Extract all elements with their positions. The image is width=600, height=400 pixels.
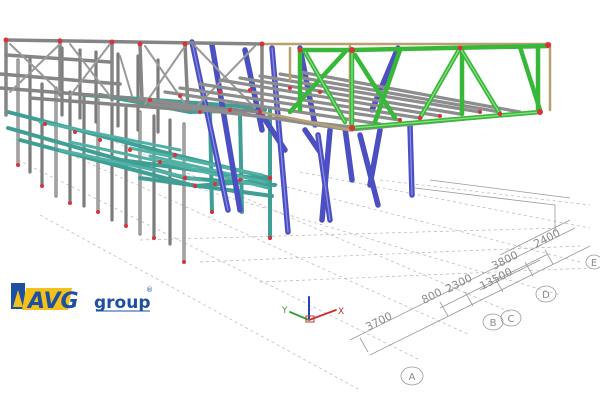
avg-group-logo: AVG group ®	[11, 283, 153, 314]
grid-label-d: D	[542, 290, 550, 301]
dim-2400: 2400	[531, 226, 562, 250]
axis-label-y: Y	[281, 306, 288, 316]
dimension-lines	[349, 179, 591, 356]
grid-label-b: B	[490, 318, 497, 329]
axis-label-x: X	[338, 307, 344, 317]
dim-800: 800	[419, 286, 444, 307]
dim-3700: 3700	[363, 309, 394, 333]
logo-suffix: group	[94, 293, 151, 313]
grid-label-c: C	[508, 314, 515, 325]
logo-brand: AVG	[26, 289, 79, 314]
dimension-labels: 3700 800 2300 3800 13500 2400	[363, 226, 562, 333]
grid-label-e: E	[591, 258, 597, 269]
structure-viewport[interactable]: 3700 800 2300 3800 13500 2400 A B C D E	[0, 0, 600, 400]
logo-registered-mark: ®	[146, 286, 153, 294]
grid-label-a: A	[409, 372, 416, 383]
axis-gizmo: X Y	[281, 296, 344, 323]
dim-2300: 2300	[443, 271, 474, 295]
